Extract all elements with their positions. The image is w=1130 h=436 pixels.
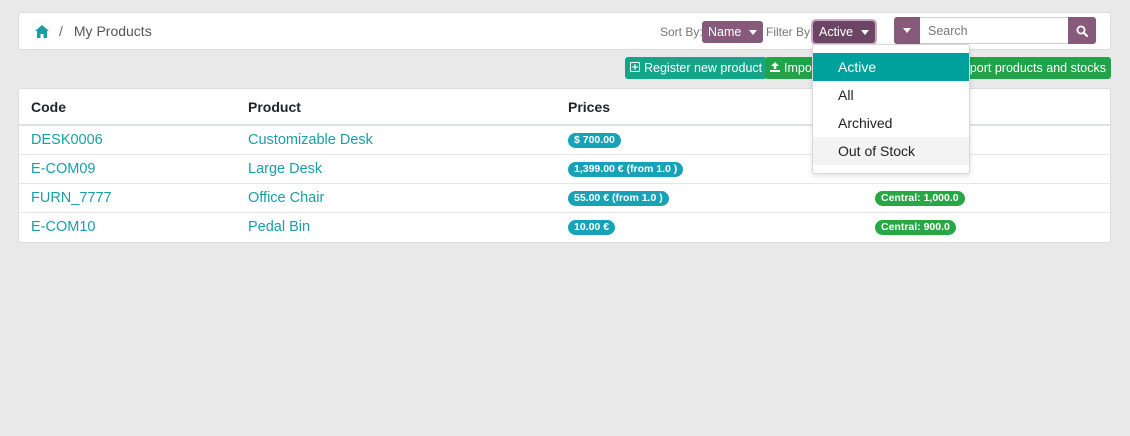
search-button[interactable] <box>1068 17 1096 44</box>
filter-option-archived[interactable]: Archived <box>813 109 969 137</box>
table-row[interactable]: E-COM10 Pedal Bin 10.00 € Central: 900.0 <box>19 212 1110 241</box>
plus-square-icon <box>630 61 640 75</box>
chevron-down-icon <box>861 29 870 35</box>
filter-dropdown-button[interactable]: Active <box>813 21 876 43</box>
product-name-link[interactable]: Pedal Bin <box>248 219 310 235</box>
upload-icon <box>770 61 780 75</box>
stock-badge: Central: 900.0 <box>875 220 956 236</box>
price-badge: 55.00 € (from 1.0 ) <box>568 191 669 206</box>
search-icon <box>1076 25 1088 37</box>
stock-badge: Central: 1,000.0 <box>875 191 965 206</box>
register-product-label: Register new product <box>644 61 763 75</box>
price-badge: 10.00 € <box>568 220 616 236</box>
filter-option-out-of-stock[interactable]: Out of Stock <box>813 137 969 165</box>
product-code-link[interactable]: E-COM10 <box>31 219 95 235</box>
product-name-link[interactable]: Large Desk <box>248 161 322 177</box>
import-products-stocks-button[interactable]: nport products and stocks <box>955 57 1111 79</box>
table-row[interactable]: FURN_7777 Office Chair 55.00 € (from 1.0… <box>19 183 1110 213</box>
breadcrumb-separator: / <box>59 23 63 39</box>
product-name-link[interactable]: Customizable Desk <box>248 132 373 148</box>
product-code-link[interactable]: DESK0006 <box>31 132 103 148</box>
search-options-button[interactable] <box>894 17 920 44</box>
import-products-label: Impo <box>784 61 812 75</box>
breadcrumb: / My Products <box>35 23 152 39</box>
column-header-product: Product <box>236 89 556 126</box>
chevron-down-icon <box>903 28 911 33</box>
product-code-link[interactable]: FURN_7777 <box>31 190 112 206</box>
chevron-down-icon <box>749 29 758 35</box>
breadcrumb-current: My Products <box>73 23 152 39</box>
product-name-link[interactable]: Office Chair <box>248 190 324 206</box>
search-input[interactable] <box>920 17 1068 44</box>
column-header-code: Code <box>19 89 236 126</box>
price-badge: $ 700.00 <box>568 133 621 149</box>
filter-option-all[interactable]: All <box>813 81 969 109</box>
sort-value: Name <box>708 25 742 39</box>
sort-label: Sort By: <box>660 25 703 39</box>
filter-value: Active <box>819 25 854 39</box>
import-products-stocks-label: nport products and stocks <box>962 61 1106 75</box>
filter-option-active[interactable]: Active <box>813 53 969 81</box>
sort-dropdown-button[interactable]: Name <box>702 21 764 43</box>
price-badge: 1,399.00 € (from 1.0 ) <box>568 162 684 177</box>
product-code-link[interactable]: E-COM09 <box>31 161 95 177</box>
home-icon[interactable] <box>35 24 49 38</box>
filter-dropdown-menu: Active All Archived Out of Stock <box>812 44 970 174</box>
register-product-button[interactable]: Register new product <box>625 57 768 79</box>
filter-label: Filter By: <box>766 25 814 39</box>
